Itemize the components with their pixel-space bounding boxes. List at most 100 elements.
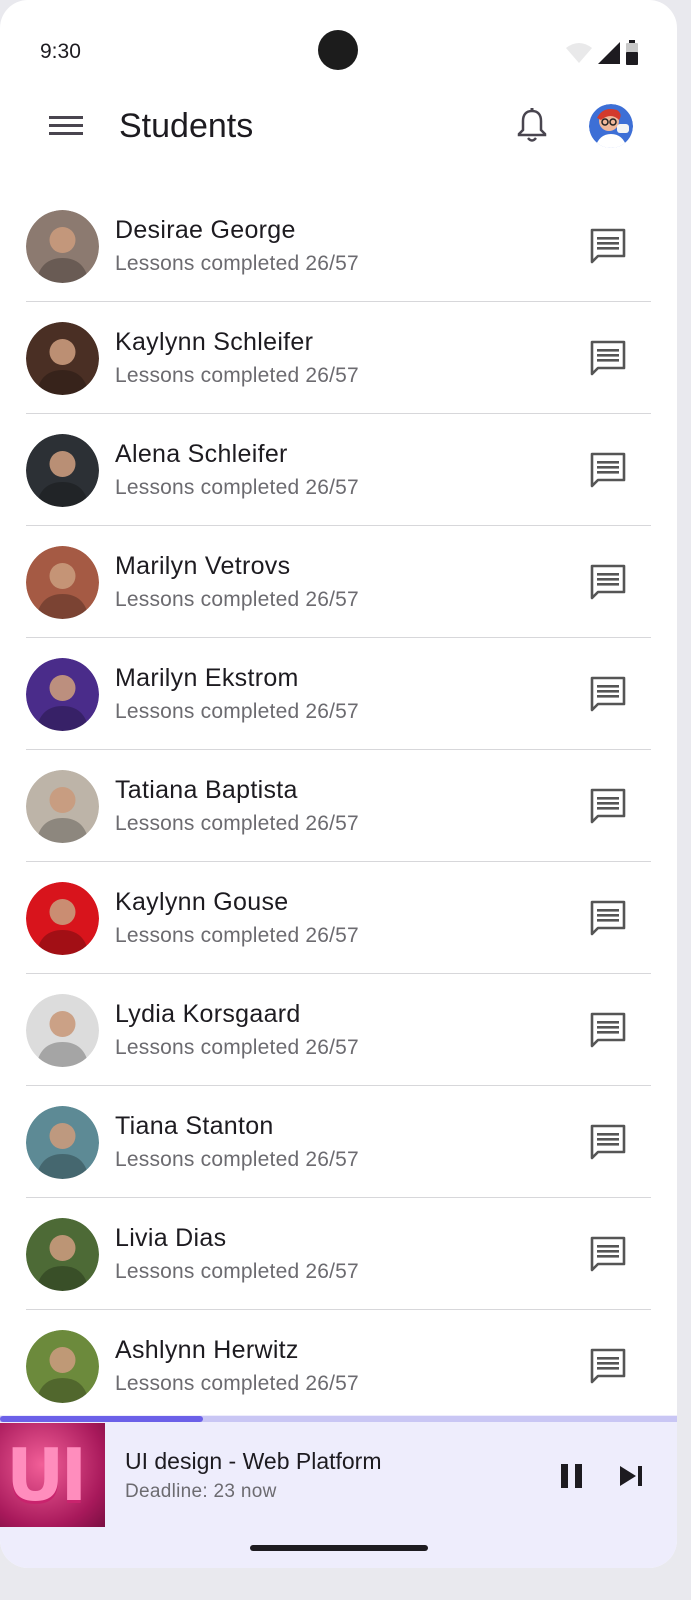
student-name: Kaylynn Schleifer — [115, 328, 314, 356]
student-avatar-image — [26, 1330, 99, 1403]
lessons-completed: Lessons completed 26/57 — [115, 588, 359, 611]
message-icon — [590, 452, 626, 488]
lessons-completed: Lessons completed 26/57 — [115, 700, 359, 723]
message-button[interactable] — [586, 338, 630, 378]
message-button[interactable] — [586, 674, 630, 714]
pause-button[interactable] — [556, 1458, 588, 1494]
pause-icon — [561, 1464, 582, 1488]
course-title: UI design - Web Platform — [125, 1448, 382, 1474]
message-icon — [590, 900, 626, 936]
wifi-icon — [566, 43, 592, 63]
student-row[interactable]: Ashlynn Herwitz Lessons completed 26/57 — [26, 1310, 651, 1422]
student-avatar-image — [26, 658, 99, 731]
top-app-bar: Students — [0, 100, 677, 154]
phone-screen: 9:30 Students Desirae George Lessons com… — [0, 0, 677, 1568]
student-name: Marilyn Ekstrom — [115, 664, 299, 692]
student-avatar-image — [26, 770, 99, 843]
message-icon — [590, 340, 626, 376]
student-row[interactable]: Lydia Korsgaard Lessons completed 26/57 — [26, 974, 651, 1086]
front-camera — [318, 30, 358, 70]
student-avatar-image — [26, 322, 99, 395]
course-thumbnail-text: UI — [6, 1433, 87, 1517]
message-button[interactable] — [586, 1122, 630, 1162]
student-row[interactable]: Tiana Stanton Lessons completed 26/57 — [26, 1086, 651, 1198]
student-name: Tiana Stanton — [115, 1112, 274, 1140]
message-button[interactable] — [586, 898, 630, 938]
student-avatar-image — [26, 210, 99, 283]
student-avatar — [26, 994, 99, 1067]
hamburger-menu-icon — [49, 116, 83, 135]
battery-icon — [626, 40, 638, 65]
student-avatar — [26, 434, 99, 507]
course-thumbnail: UI — [0, 1423, 105, 1527]
page-title: Students — [119, 107, 254, 145]
student-avatar — [26, 322, 99, 395]
skip-next-button[interactable] — [613, 1458, 649, 1494]
student-avatar — [26, 1330, 99, 1403]
student-avatar-image — [26, 546, 99, 619]
student-row[interactable]: Tatiana Baptista Lessons completed 26/57 — [26, 750, 651, 862]
student-name: Kaylynn Gouse — [115, 888, 289, 916]
course-progress-fill — [0, 1416, 204, 1422]
student-name: Alena Schleifer — [115, 440, 288, 468]
student-avatar-image — [26, 994, 99, 1067]
message-icon — [590, 788, 626, 824]
student-list: Desirae George Lessons completed 26/57 Kay… — [0, 190, 677, 1422]
user-avatar-button[interactable] — [589, 104, 633, 148]
menu-button[interactable] — [44, 104, 88, 148]
message-button[interactable] — [586, 450, 630, 490]
message-button[interactable] — [586, 562, 630, 602]
lessons-completed: Lessons completed 26/57 — [115, 1372, 359, 1395]
course-progress-track[interactable] — [0, 1416, 677, 1422]
student-row[interactable]: Marilyn Vetrovs Lessons completed 26/57 — [26, 526, 651, 638]
home-indicator[interactable] — [250, 1545, 428, 1551]
message-icon — [590, 1012, 626, 1048]
notifications-button[interactable] — [510, 104, 554, 148]
student-row[interactable]: Alena Schleifer Lessons completed 26/57 — [26, 414, 651, 526]
message-button[interactable] — [586, 1010, 630, 1050]
student-avatar-image — [26, 434, 99, 507]
lessons-completed: Lessons completed 26/57 — [115, 812, 359, 835]
student-avatar-image — [26, 1218, 99, 1291]
student-row[interactable]: Kaylynn Schleifer Lessons completed 26/57 — [26, 302, 651, 414]
cellular-signal-icon — [598, 42, 620, 64]
lessons-completed: Lessons completed 26/57 — [115, 1260, 359, 1283]
student-avatar-image — [26, 882, 99, 955]
student-avatar — [26, 1218, 99, 1291]
student-avatar — [26, 210, 99, 283]
student-name: Tatiana Baptista — [115, 776, 298, 804]
student-avatar — [26, 770, 99, 843]
student-name: Ashlynn Herwitz — [115, 1336, 299, 1364]
message-icon — [590, 564, 626, 600]
student-avatar-image — [26, 1106, 99, 1179]
student-row[interactable]: Kaylynn Gouse Lessons completed 26/57 — [26, 862, 651, 974]
student-avatar — [26, 1106, 99, 1179]
student-name: Livia Dias — [115, 1224, 227, 1252]
status-bar: 9:30 — [0, 0, 677, 100]
message-icon — [590, 1124, 626, 1160]
status-time: 9:30 — [40, 40, 81, 63]
lessons-completed: Lessons completed 26/57 — [115, 1148, 359, 1171]
student-row[interactable]: Marilyn Ekstrom Lessons completed 26/57 — [26, 638, 651, 750]
student-avatar — [26, 658, 99, 731]
lessons-completed: Lessons completed 26/57 — [115, 476, 359, 499]
student-avatar — [26, 882, 99, 955]
lessons-completed: Lessons completed 26/57 — [115, 364, 359, 387]
user-avatar-icon — [589, 104, 633, 148]
skip-next-icon — [620, 1466, 642, 1486]
student-avatar — [26, 546, 99, 619]
course-deadline: Deadline: 23 now — [125, 1481, 277, 1502]
message-icon — [590, 228, 626, 264]
student-row[interactable]: Livia Dias Lessons completed 26/57 — [26, 1198, 651, 1310]
student-row[interactable]: Desirae George Lessons completed 26/57 — [26, 190, 651, 302]
lessons-completed: Lessons completed 26/57 — [115, 924, 359, 947]
lessons-completed: Lessons completed 26/57 — [115, 1036, 359, 1059]
message-button[interactable] — [586, 226, 630, 266]
student-name: Desirae George — [115, 216, 296, 244]
message-icon — [590, 1236, 626, 1272]
message-button[interactable] — [586, 1234, 630, 1274]
student-name: Lydia Korsgaard — [115, 1000, 301, 1028]
message-button[interactable] — [586, 1346, 630, 1386]
message-icon — [590, 1348, 626, 1384]
message-button[interactable] — [586, 786, 630, 826]
